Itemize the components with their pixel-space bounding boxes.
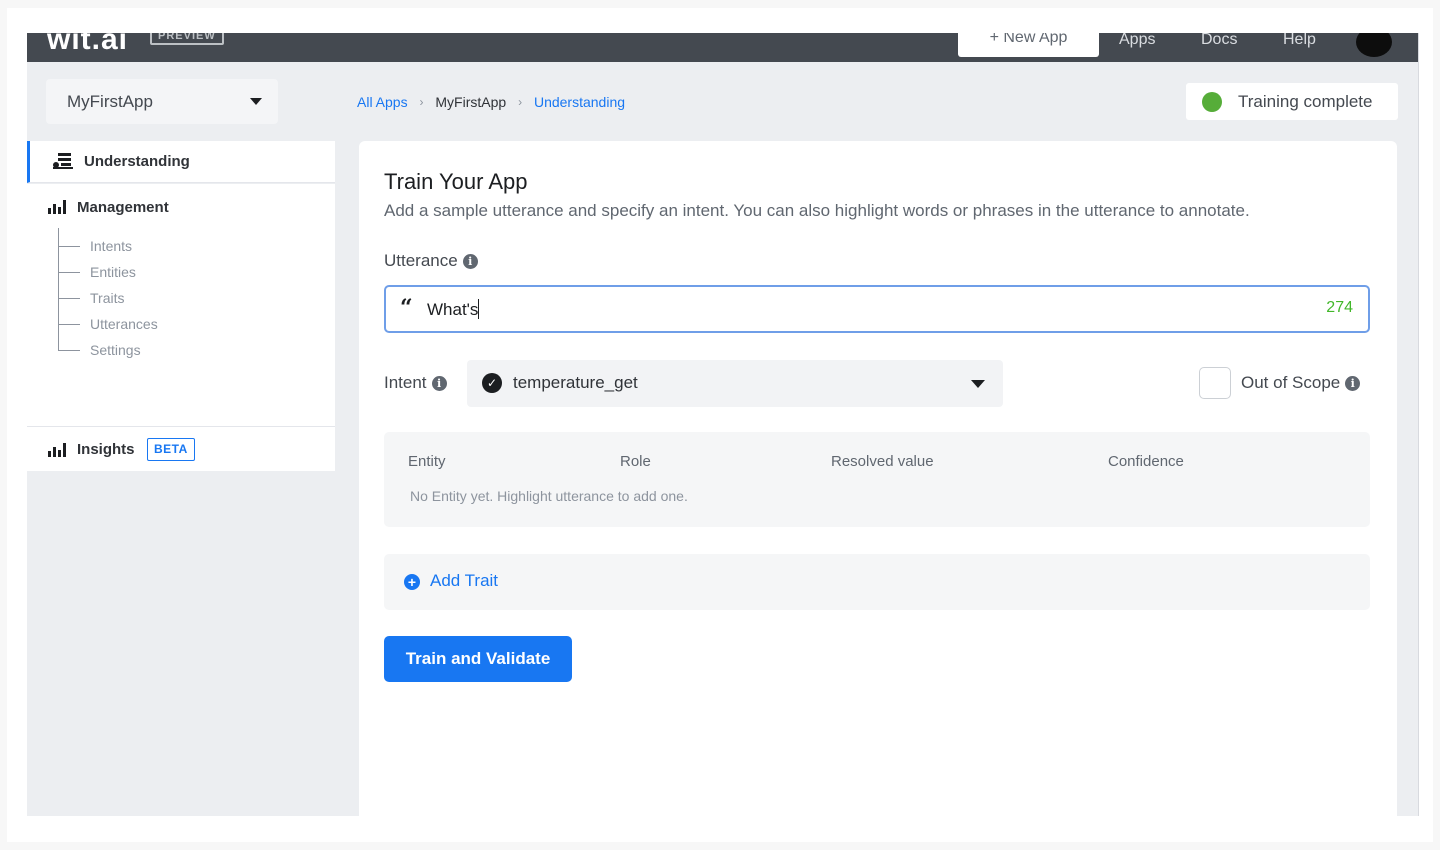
tree-tick xyxy=(58,246,80,247)
out-of-scope-label-text: Out of Scope xyxy=(1241,373,1341,392)
beta-badge: BETA xyxy=(147,438,195,461)
column-header-role: Role xyxy=(620,453,651,470)
page-title: Train Your App xyxy=(384,169,528,194)
understanding-icon xyxy=(53,153,73,169)
column-header-confidence: Confidence xyxy=(1108,453,1184,470)
tree-tick xyxy=(58,350,80,351)
training-status: Training complete xyxy=(1186,83,1398,120)
character-count: 274 xyxy=(1326,299,1353,316)
utterance-label: Utterance i xyxy=(384,251,478,271)
intent-label-text: Intent xyxy=(384,373,427,392)
sidebar-item-settings[interactable]: Settings xyxy=(90,342,141,358)
wit-app: wit.ai PREVIEW + New App Apps Docs Help … xyxy=(27,33,1419,816)
sidebar-item-entities[interactable]: Entities xyxy=(90,264,136,280)
sidebar-item-understanding-label: Understanding xyxy=(84,153,190,170)
top-bar: wit.ai PREVIEW + New App Apps Docs Help xyxy=(27,33,1418,62)
wit-logo[interactable]: wit.ai xyxy=(47,33,128,57)
utterance-label-text: Utterance xyxy=(384,251,458,270)
add-trait-button[interactable]: + Add Trait xyxy=(384,554,1370,610)
nav-help-link[interactable]: Help xyxy=(1283,33,1316,51)
app-select-value: MyFirstApp xyxy=(67,92,153,111)
column-header-entity: Entity xyxy=(408,453,446,470)
info-icon[interactable]: i xyxy=(431,376,447,391)
user-avatar[interactable] xyxy=(1356,33,1392,57)
plus-circle-icon: + xyxy=(404,574,420,590)
app-select[interactable]: MyFirstApp xyxy=(46,79,278,124)
nav-apps-link[interactable]: Apps xyxy=(1119,33,1155,51)
chevron-right-icon: › xyxy=(518,95,523,110)
breadcrumb-all-apps[interactable]: All Apps xyxy=(357,93,408,111)
caret-down-icon xyxy=(250,98,262,105)
tree-tick xyxy=(58,272,80,273)
preview-badge: PREVIEW xyxy=(150,33,224,45)
sidebar-item-utterances[interactable]: Utterances xyxy=(90,316,158,332)
tree-tick xyxy=(58,298,80,299)
breadcrumb-app[interactable]: MyFirstApp xyxy=(435,93,506,111)
out-of-scope-checkbox[interactable] xyxy=(1199,367,1231,399)
breadcrumb: All Apps › MyFirstApp › Understanding xyxy=(357,92,625,111)
add-trait-label: Add Trait xyxy=(430,571,499,590)
sidebar-section-management: Management Intents Entities Traits Utter… xyxy=(27,184,335,427)
check-circle-icon: ✓ xyxy=(482,373,502,393)
sidebar-item-traits[interactable]: Traits xyxy=(90,290,124,306)
column-header-resolved-value: Resolved value xyxy=(831,453,934,470)
tree-tick xyxy=(58,324,80,325)
train-card: Train Your App Add a sample utterance an… xyxy=(359,141,1397,816)
caret-down-icon xyxy=(971,380,985,388)
sidebar: MyFirstApp Understanding Management Inte… xyxy=(27,62,359,816)
quote-icon: “ xyxy=(400,295,413,321)
sidebar-item-management-label[interactable]: Management xyxy=(77,199,169,216)
utterance-input[interactable]: What's xyxy=(427,299,479,320)
page-subtitle: Add a sample utterance and specify an in… xyxy=(384,201,1250,220)
intent-label: Intent i xyxy=(384,373,447,393)
bar-chart-icon xyxy=(48,443,66,457)
sidebar-item-insights[interactable]: Insights BETA xyxy=(27,427,335,471)
intent-select[interactable]: ✓ temperature_get xyxy=(467,360,1003,407)
training-status-text: Training complete xyxy=(1238,92,1373,111)
breadcrumb-understanding[interactable]: Understanding xyxy=(534,93,625,111)
utterance-field[interactable]: “ What's 274 xyxy=(384,285,1370,333)
train-and-validate-button[interactable]: Train and Validate xyxy=(384,636,572,682)
sidebar-item-insights-label: Insights xyxy=(77,441,135,458)
out-of-scope-label: Out of Scope i xyxy=(1241,373,1361,393)
sidebar-item-understanding[interactable]: Understanding xyxy=(27,141,335,183)
intent-select-value: temperature_get xyxy=(513,373,638,392)
entity-table: Entity Role Resolved value Confidence No… xyxy=(384,432,1370,527)
entity-empty-message: No Entity yet. Highlight utterance to ad… xyxy=(410,488,688,504)
status-dot-icon xyxy=(1202,92,1222,112)
nav-docs-link[interactable]: Docs xyxy=(1201,33,1237,51)
chevron-right-icon: › xyxy=(419,95,424,110)
info-icon[interactable]: i xyxy=(1345,376,1361,391)
sidebar-item-intents[interactable]: Intents xyxy=(90,238,132,254)
new-app-button[interactable]: + New App xyxy=(958,33,1099,57)
info-icon[interactable]: i xyxy=(462,254,478,269)
bar-chart-icon xyxy=(48,200,66,214)
